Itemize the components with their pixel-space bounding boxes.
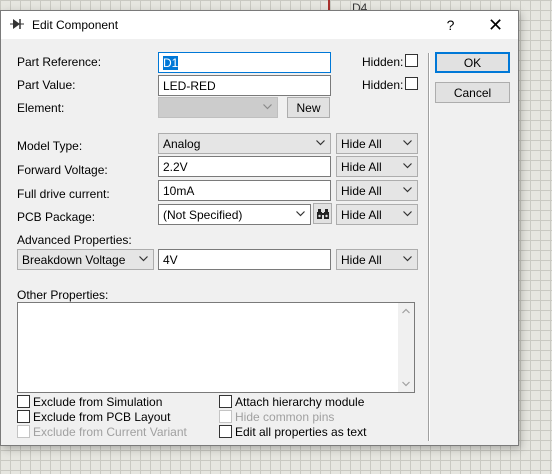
chevron-down-icon [403,163,412,169]
pcb-package-visibility-select[interactable]: Hide All [336,204,418,225]
part-reference-value: D1 [163,56,179,70]
advanced-property-visibility-select[interactable]: Hide All [336,249,418,270]
part-value-label: Part Value: [17,78,76,92]
vertical-separator [428,53,430,441]
advanced-property-select[interactable]: Breakdown Voltage [17,249,154,270]
advanced-property-input[interactable]: 4V [158,249,331,270]
exclude-simulation-label: Exclude from Simulation [33,395,163,409]
chevron-down-icon [263,104,272,110]
part-value-hidden-label: Hidden: [362,78,404,92]
scroll-down-icon[interactable] [402,381,410,387]
chevron-down-icon [403,211,412,217]
part-value-text: LED-RED [163,79,216,93]
model-type-select[interactable]: Analog [158,133,331,154]
pcb-package-browse-button[interactable] [313,203,332,224]
full-drive-current-input[interactable]: 10mA [158,180,331,201]
edit-component-dialog: Edit Component ? ✕ Part Reference: D1 Hi… [0,10,519,446]
new-element-button[interactable]: New [287,97,330,118]
chevron-down-icon [139,256,148,262]
exclude-pcb-checkbox[interactable] [17,410,30,423]
part-reference-label-text: Part Reference: [17,55,102,69]
title-bar[interactable]: Edit Component ? ✕ [1,11,518,39]
chevron-down-icon [403,187,412,193]
forward-voltage-visibility-value: Hide All [341,160,382,174]
full-drive-current-label: Full drive current: [17,187,110,201]
diode-icon [10,19,24,29]
advanced-property-input-value: 4V [163,253,178,267]
exclude-variant-label: Exclude from Current Variant [33,425,187,439]
attach-hierarchy-checkbox[interactable] [219,395,232,408]
pcb-package-select[interactable]: (Not Specified) [158,204,311,225]
full-drive-current-visibility-value: Hide All [341,184,382,198]
hide-common-pins-checkbox [219,410,232,423]
exclude-pcb-label: Exclude from PCB Layout [33,410,171,424]
window-title: Edit Component [32,18,119,32]
other-properties-textarea[interactable] [17,302,415,393]
full-drive-current-value: 10mA [163,184,195,198]
part-reference-hidden-label: Hidden: [362,55,404,69]
pcb-package-value: (Not Specified) [163,208,243,222]
hide-common-pins-label: Hide common pins [235,410,335,424]
part-value-input[interactable]: LED-RED [158,75,331,96]
advanced-property-visibility-value: Hide All [341,253,382,267]
binoculars-icon [316,209,329,219]
model-type-value: Analog [163,137,201,151]
cancel-button[interactable]: Cancel [435,82,510,103]
edit-all-properties-checkbox[interactable] [219,425,232,438]
advanced-property-value: Breakdown Voltage [22,253,126,267]
other-properties-scrollbar[interactable] [398,303,414,392]
scroll-up-icon[interactable] [402,308,410,314]
model-type-visibility-select[interactable]: Hide All [336,133,418,154]
part-reference-label: Part Reference: [17,55,101,69]
forward-voltage-value: 2.2V [163,160,188,174]
part-value-hidden-checkbox[interactable] [405,77,418,90]
exclude-simulation-checkbox[interactable] [17,395,30,408]
pcb-package-label: PCB Package: [17,210,96,224]
model-type-label: Model Type: [17,139,83,153]
chevron-down-icon [316,140,325,146]
element-select [158,97,278,118]
attach-hierarchy-label: Attach hierarchy module [235,395,365,409]
exclude-variant-checkbox [17,425,30,438]
part-reference-hidden-checkbox[interactable] [405,54,418,67]
forward-voltage-visibility-select[interactable]: Hide All [336,156,418,177]
element-label: Element: [17,101,65,115]
chevron-down-icon [403,140,412,146]
full-drive-current-visibility-select[interactable]: Hide All [336,180,418,201]
close-icon[interactable]: ✕ [473,11,518,39]
chevron-down-icon [296,211,305,217]
edit-all-properties-label: Edit all properties as text [235,425,367,439]
forward-voltage-label: Forward Voltage: [17,163,108,177]
part-reference-input[interactable]: D1 [158,52,331,73]
forward-voltage-input[interactable]: 2.2V [158,156,331,177]
chevron-down-icon [403,256,412,262]
model-type-visibility-value: Hide All [341,137,382,151]
help-button[interactable]: ? [428,11,473,39]
pcb-package-visibility-value: Hide All [341,208,382,222]
advanced-properties-label: Advanced Properties: [17,233,132,247]
ok-button[interactable]: OK [435,52,510,73]
other-properties-label: Other Properties: [17,288,109,302]
